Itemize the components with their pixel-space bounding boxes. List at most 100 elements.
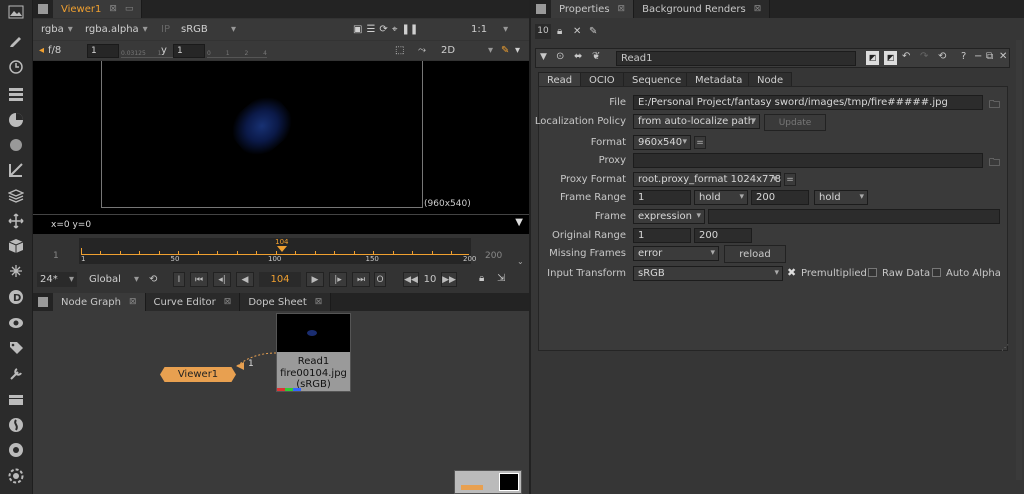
center-icon[interactable]: ⊙ — [556, 51, 564, 62]
viewer-canvas[interactable]: (960x540) — [33, 61, 529, 214]
timeline-menu-icon[interactable]: ⌄ — [517, 257, 524, 266]
panel-menu-icon[interactable] — [33, 0, 53, 18]
help-icon[interactable]: ? — [961, 51, 966, 62]
original-first-field[interactable]: 1 — [633, 228, 691, 243]
metadata-icon[interactable] — [5, 338, 27, 358]
gamma-slider[interactable]: 0 1 2 4 — [207, 44, 267, 58]
ip-button[interactable]: IP — [161, 22, 170, 37]
minimize-icon[interactable]: − — [974, 51, 982, 62]
format-edit-button[interactable]: = — [694, 136, 706, 149]
keyer-icon[interactable] — [5, 160, 27, 180]
pause-icon[interactable]: ❚❚ — [401, 24, 418, 35]
out-point-button[interactable]: O — [374, 272, 386, 287]
viewer-node[interactable]: Viewer1 — [160, 367, 236, 382]
step-field[interactable]: 10 — [421, 272, 439, 287]
gamma-field[interactable]: 1 — [173, 44, 205, 58]
knob-tab-node[interactable]: Node — [748, 72, 793, 87]
node-name-field[interactable]: Read1 — [616, 51, 856, 66]
frame-mode-dropdown[interactable]: expression — [633, 209, 705, 224]
bounce-icon[interactable]: ⟲ — [149, 274, 157, 285]
toolsets-icon[interactable] — [5, 364, 27, 384]
file-field[interactable]: E:/Personal Project/fantasy sword/images… — [633, 95, 983, 110]
proxy-format-dropdown[interactable]: root.proxy_format 1024x778 — [633, 172, 781, 187]
view-mode-dropdown[interactable]: 2D ▾ — [441, 43, 493, 58]
export-icon[interactable]: ⇲ — [497, 273, 505, 284]
revert-icon[interactable]: ⟲ — [938, 51, 946, 62]
lines-icon[interactable]: ☰ — [366, 24, 375, 35]
raw-data-checkbox[interactable] — [868, 268, 877, 277]
play-button[interactable]: ▶ — [306, 272, 324, 287]
deep-icon[interactable]: D — [5, 287, 27, 307]
clipping-icon[interactable]: ▣ — [353, 24, 362, 35]
image-icon[interactable] — [5, 2, 27, 22]
channels-dropdown[interactable]: rgba ▾ — [41, 22, 73, 37]
first-frame-field[interactable]: 1 — [633, 190, 691, 205]
tab-viewer[interactable]: Viewer1 ⊠ ▭ — [53, 0, 143, 18]
input-icon[interactable]: ⬌ — [574, 51, 582, 62]
frame-expression-field[interactable] — [708, 209, 1000, 224]
viewer-menu-icon[interactable]: ▾ — [515, 43, 520, 58]
resize-grip-icon[interactable]: ⋰ — [1001, 343, 1009, 352]
in-point-button[interactable]: I — [173, 272, 185, 287]
settings-icon[interactable] — [5, 466, 27, 486]
gain-slider[interactable]: 0.03125132 — [121, 44, 181, 58]
missing-frames-dropdown[interactable]: error — [633, 246, 719, 261]
undo-icon[interactable]: ↶ — [902, 51, 910, 62]
3d-icon[interactable] — [5, 236, 27, 256]
other-icon[interactable] — [5, 390, 27, 410]
merge-icon[interactable] — [5, 186, 27, 206]
proxy-format-edit-button[interactable]: = — [784, 173, 796, 186]
navigator-minimap[interactable] — [454, 470, 522, 494]
node-link-icon[interactable]: ⤳ — [418, 43, 426, 58]
redo-icon[interactable]: ↷ — [920, 51, 928, 62]
tab-close-icon[interactable]: ⊠ — [754, 4, 762, 14]
knob-tab-metadata[interactable]: Metadata — [686, 72, 752, 87]
original-last-field[interactable]: 200 — [694, 228, 752, 243]
clear-panels-icon[interactable]: ✕ — [573, 26, 581, 37]
lock-icon[interactable]: 🔒︎ — [479, 273, 484, 284]
frame-field[interactable]: 104 — [259, 272, 301, 287]
reload-button[interactable]: reload — [724, 245, 786, 263]
roi-icon[interactable]: ⌖ — [392, 24, 398, 35]
input-transform-dropdown[interactable]: sRGB — [633, 266, 783, 281]
time-icon[interactable] — [5, 57, 27, 77]
color-icon[interactable]: ◩ — [884, 51, 897, 65]
fstop-control[interactable]: ◂ f/8 — [39, 43, 61, 58]
colorspace-dropdown[interactable]: sRGB ▾ — [181, 22, 236, 37]
color-icon[interactable]: ◩ — [866, 51, 879, 65]
region-icon[interactable]: ⬚ — [395, 43, 404, 58]
close-icon[interactable]: ✕ — [999, 51, 1007, 62]
float-icon[interactable]: ⧉ — [986, 51, 993, 62]
knob-tab-ocio[interactable]: OCIO — [580, 72, 624, 87]
timeline-track[interactable]: 1 50 100 150 200 104 — [79, 238, 476, 264]
furnace-icon[interactable] — [5, 415, 27, 435]
playhead[interactable]: 104 — [272, 238, 292, 252]
views-icon[interactable] — [5, 313, 27, 333]
knob-tab-sequence[interactable]: Sequence — [623, 72, 691, 87]
premultiplied-checkbox[interactable]: ✖ — [787, 266, 796, 279]
properties-scrollbar[interactable] — [1016, 40, 1022, 480]
collapse-icon[interactable]: ▼ — [540, 52, 547, 62]
folder-icon[interactable]: 🗀 — [989, 154, 1000, 173]
next-frame-button[interactable]: |▸ — [329, 272, 347, 287]
filter-icon[interactable] — [5, 135, 27, 155]
tab-properties[interactable]: Properties ⊠ — [551, 0, 635, 18]
info-menu-icon[interactable]: ▼ — [515, 217, 523, 228]
cara-icon[interactable] — [5, 440, 27, 460]
tab-float-icon[interactable]: ▭ — [125, 4, 134, 14]
first-frame-button[interactable]: ⏮ — [190, 272, 208, 287]
panel-menu-icon[interactable] — [531, 0, 551, 18]
transform-icon[interactable] — [5, 211, 27, 231]
knob-tab-read[interactable]: Read — [538, 72, 582, 87]
range-dropdown[interactable]: Global ▾ — [89, 272, 139, 287]
help-node-icon[interactable]: ❦ — [592, 51, 600, 62]
folder-icon[interactable]: 🗀 — [989, 96, 1000, 115]
pen-icon[interactable]: ✎ — [501, 43, 509, 58]
particles-icon[interactable] — [5, 261, 27, 281]
alpha-dropdown[interactable]: rgba.alpha ▾ — [85, 22, 148, 37]
step-forward-button[interactable]: ▶▶ — [441, 272, 457, 287]
update-button[interactable]: Update — [764, 114, 826, 131]
localization-dropdown[interactable]: from auto-localize path — [633, 114, 760, 129]
edit-icon[interactable]: ✎ — [589, 26, 597, 37]
draw-icon[interactable] — [5, 30, 27, 50]
